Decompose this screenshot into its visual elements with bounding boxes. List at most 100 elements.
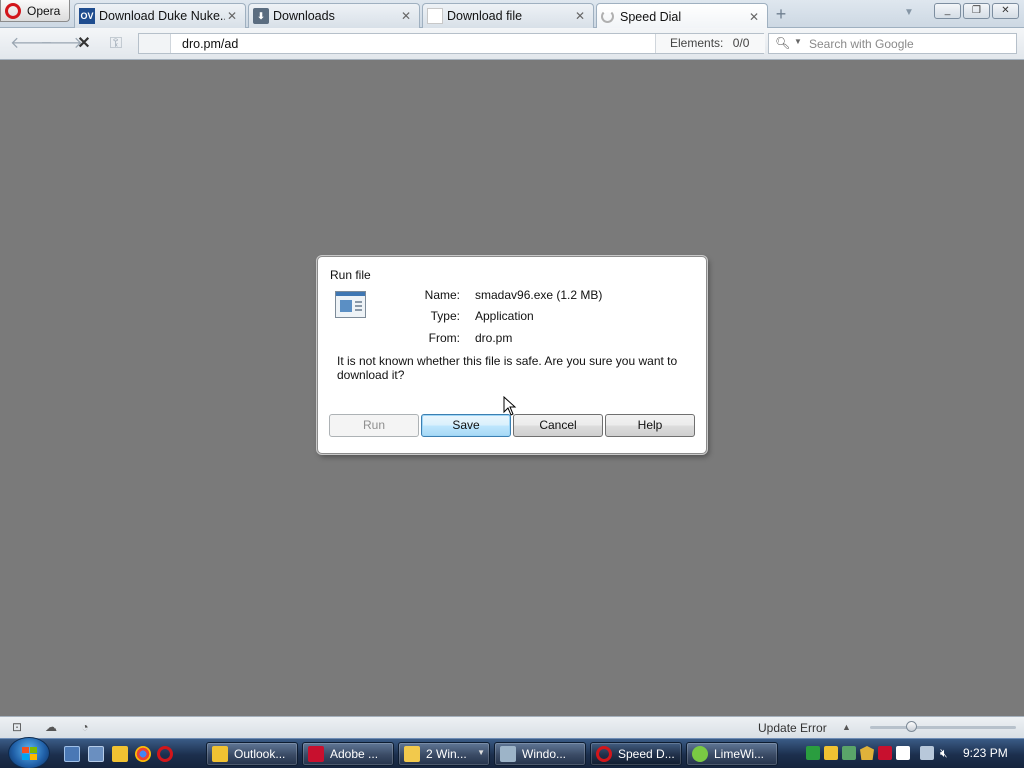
green-tray-icon[interactable] [806, 746, 820, 760]
ov-icon: OV [79, 8, 95, 24]
shield-tray-icon[interactable] [860, 746, 874, 760]
search-engine-chevron-icon[interactable]: ▼ [794, 37, 802, 46]
adobe-flash-icon [308, 746, 324, 762]
taskbar-clock[interactable]: 9:23 PM [963, 746, 1008, 760]
search-placeholder[interactable]: Search with Google [809, 37, 914, 51]
close-tab-icon[interactable]: ✕ [573, 9, 587, 23]
file-type-value: Application [475, 309, 534, 323]
volume-muted-icon[interactable]: 🔇︎ [940, 746, 954, 760]
task-label: Speed D... [618, 747, 675, 761]
view-arrow-icon[interactable]: ▲ [842, 722, 851, 732]
tab-list-chevron-icon[interactable]: ▼ [904, 7, 914, 18]
close-tab-icon[interactable]: ✕ [225, 9, 239, 23]
show-desktop-icon[interactable] [64, 746, 80, 762]
minimize-button[interactable]: _ [934, 3, 961, 19]
name-label: Name: [424, 288, 460, 302]
network-tray-icon[interactable] [842, 746, 856, 760]
stop-x-icon: ✕ [77, 35, 91, 52]
taskbar-item-explorer-group[interactable]: 2 Win... ▼ [398, 742, 490, 766]
opera-logo-icon [5, 2, 21, 19]
minimize-icon: _ [944, 5, 951, 16]
windows-taskbar: Outlook... Adobe ... 2 Win... ▼ Windo...… [0, 737, 1024, 768]
opera-icon [596, 746, 612, 762]
address-url[interactable]: dro.pm/ad [182, 37, 238, 51]
run-button[interactable]: Run [329, 414, 419, 437]
type-label: Type: [430, 309, 460, 323]
save-button[interactable]: Save [421, 414, 511, 437]
close-window-button[interactable]: ✕ [992, 3, 1019, 19]
tab-label: Downloads [273, 9, 335, 23]
tab-download-duke-nukem[interactable]: OV Download Duke Nuke... ✕ [74, 3, 246, 28]
run-file-dialog: Run file Name: smadav96.exe (1.2 MB) Typ… [317, 256, 707, 454]
switch-windows-icon[interactable] [88, 746, 104, 762]
file-source-value: dro.pm [475, 331, 513, 345]
computer-icon [500, 746, 516, 762]
taskbar-item-adobe[interactable]: Adobe ... [302, 742, 394, 766]
network-connection-icon[interactable] [920, 746, 934, 760]
turbo-gauge-icon[interactable]: ◔ [78, 721, 92, 734]
forward-button[interactable]: 🡒 [40, 34, 83, 54]
new-tab-button[interactable]: + [772, 4, 790, 24]
plus-icon: + [775, 4, 787, 24]
application-file-icon [335, 291, 366, 318]
chrome-quicklaunch-icon[interactable] [135, 746, 151, 762]
tab-label: Speed Dial [620, 9, 682, 24]
task-label: LimeWi... [714, 747, 765, 761]
address-bar[interactable]: dro.pm/ad Elements: 0/0 [138, 33, 765, 54]
help-button[interactable]: Help [605, 414, 695, 437]
elements-label: Elements: [670, 36, 724, 50]
sync-tray-icon[interactable] [896, 746, 910, 760]
outlook-tray-icon[interactable] [824, 746, 838, 760]
close-tab-icon[interactable]: ✕ [747, 10, 761, 24]
safety-warning-message: It is not known whether this file is saf… [337, 354, 678, 382]
close-icon: ✕ [1001, 5, 1010, 16]
back-button[interactable]: 🡐 [10, 34, 53, 54]
tab-speed-dial[interactable]: Speed Dial ✕ [596, 3, 768, 29]
stop-button[interactable]: ✕ [74, 34, 94, 54]
tab-download-file[interactable]: Download file ✕ [422, 3, 594, 28]
task-label: 2 Win... [426, 747, 467, 761]
cancel-button[interactable]: Cancel [513, 414, 603, 437]
taskbar-item-windows[interactable]: Windo... [494, 742, 586, 766]
elements-value: 0/0 [732, 36, 750, 50]
windows-logo-icon [22, 747, 38, 761]
from-label: From: [428, 331, 460, 345]
zoom-slider-thumb[interactable] [906, 721, 917, 732]
restore-button[interactable]: ❐ [963, 3, 990, 19]
file-name-value: smadav96.exe (1.2 MB) [475, 288, 603, 302]
taskbar-item-outlook[interactable]: Outlook... [206, 742, 298, 766]
close-tab-icon[interactable]: ✕ [399, 9, 413, 23]
task-label: Windo... [522, 747, 567, 761]
outlook-quicklaunch-icon[interactable] [112, 746, 128, 762]
tab-label: Download file [447, 9, 523, 23]
outlook-icon [212, 746, 228, 762]
limewire-icon [692, 746, 708, 762]
dialog-title: Run file [330, 268, 371, 282]
opera-menu-button[interactable]: Opera [0, 0, 70, 22]
tab-bar: Opera OV Download Duke Nuke... ✕ ⬇ Downl… [0, 0, 1024, 29]
tab-downloads[interactable]: ⬇ Downloads ✕ [248, 3, 420, 28]
task-label: Outlook... [234, 747, 286, 761]
update-error-text[interactable]: Update Error [758, 721, 827, 735]
panel-toggle-icon[interactable]: ⊡ [10, 721, 24, 734]
search-field[interactable]: 🔍︎ ▼ Search with Google [768, 33, 1017, 54]
elements-counter: Elements: 0/0 [655, 34, 765, 53]
taskbar-item-limewire[interactable]: LimeWi... [686, 742, 778, 766]
downloads-icon: ⬇ [253, 8, 269, 24]
opera-quicklaunch-icon[interactable] [157, 746, 173, 762]
task-label: Adobe ... [330, 747, 379, 761]
folder-icon [404, 746, 420, 762]
tab-label: Download Duke Nuke... [99, 9, 225, 23]
flash-tray-icon[interactable] [878, 746, 892, 760]
site-identity-badge[interactable] [139, 34, 171, 53]
wand-button[interactable]: ⚿ [106, 34, 126, 54]
status-bar: ⊡ ☁ ◔ Update Error ▲ [0, 716, 1024, 738]
restore-icon: ❐ [972, 5, 981, 16]
opera-menu-label: Opera [27, 3, 61, 18]
taskbar-item-opera[interactable]: Speed D... [590, 742, 682, 766]
unite-cloud-icon[interactable]: ☁ [44, 721, 58, 734]
zoom-slider[interactable] [870, 726, 1016, 729]
address-toolbar: 🡐 🡒 ✕ ⚿ dro.pm/ad Elements: 0/0 🔍︎ ▼ Sea… [0, 28, 1024, 60]
search-icon[interactable]: 🔍︎ [775, 36, 790, 50]
start-button[interactable] [8, 737, 50, 768]
